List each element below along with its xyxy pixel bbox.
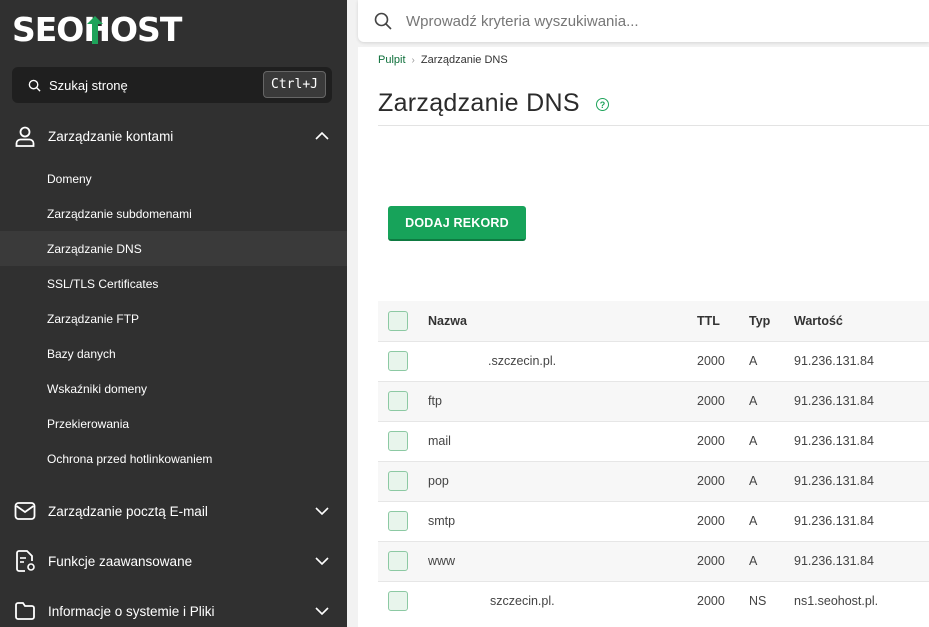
section-email-management[interactable]: Zarządzanie pocztą E-mail xyxy=(0,491,347,531)
row-checkbox[interactable] xyxy=(388,511,408,531)
section-label: Funkcje zaawansowane xyxy=(48,553,193,569)
chevron-down-icon xyxy=(315,557,329,565)
record-type: A xyxy=(749,514,758,528)
column-header-name[interactable]: Nazwa xyxy=(428,301,697,341)
record-type: A xyxy=(749,394,758,408)
sidebar-item-subdomains[interactable]: Zarządzanie subdomenami xyxy=(0,196,347,231)
sidebar-search-button[interactable]: Szukaj stronę Ctrl+J xyxy=(12,67,332,103)
record-value: 91.236.131.84 xyxy=(794,354,874,368)
record-ttl: 2000 xyxy=(697,354,725,368)
table-header-row: Nazwa TTL Typ Wartość xyxy=(378,301,929,341)
record-value: ns1.seohost.pl. xyxy=(794,594,879,609)
breadcrumb: Pulpit › Zarządzanie DNS xyxy=(378,54,508,66)
record-value: 91.236.131.84 xyxy=(794,514,874,528)
sidebar-item-databases[interactable]: Bazy danych xyxy=(0,336,347,371)
shortcut-badge: Ctrl+J xyxy=(263,71,326,98)
section-system-info-files[interactable]: Informacje o systemie i Pliki xyxy=(0,591,347,627)
column-header-value[interactable]: Wartość xyxy=(794,301,929,341)
record-type: A xyxy=(749,474,758,488)
divider xyxy=(378,125,929,126)
row-checkbox[interactable] xyxy=(388,431,408,451)
row-checkbox[interactable] xyxy=(388,591,408,612)
main-content: Pulpit › Zarządzanie DNS Zarządzanie DNS… xyxy=(358,47,929,627)
table-row: mail 2000 A 91.236.131.84 xyxy=(378,421,929,461)
section-label: Zarządzanie pocztą E-mail xyxy=(48,503,208,519)
user-icon xyxy=(15,126,35,147)
sidebar-item-domain-pointers[interactable]: Wskaźniki domeny xyxy=(0,371,347,406)
dns-records-table: Nazwa TTL Typ Wartość .szczecin.pl. 2000… xyxy=(378,301,929,621)
seohost-logo[interactable]: SEOHOST xyxy=(12,8,182,50)
section-label: Informacje o systemie i Pliki xyxy=(48,603,215,619)
section-account-management[interactable]: Zarządzanie kontami xyxy=(0,116,347,156)
record-value: 91.236.131.84 xyxy=(794,434,874,448)
record-value: 91.236.131.84 xyxy=(794,394,874,408)
table-row: ftp 2000 A 91.236.131.84 xyxy=(378,381,929,421)
mail-icon xyxy=(14,502,36,520)
record-ttl: 2000 xyxy=(697,394,725,408)
page-title: Zarządzanie DNS xyxy=(378,89,580,117)
sidebar-item-domains[interactable]: Domeny xyxy=(0,161,347,196)
select-all-checkbox[interactable] xyxy=(388,310,408,331)
record-name: smtp xyxy=(428,514,456,528)
folder-icon xyxy=(15,602,35,620)
help-icon[interactable]: ? xyxy=(596,98,609,111)
sidebar-item-redirects[interactable]: Przekierowania xyxy=(0,406,347,441)
record-ttl: 2000 xyxy=(697,554,725,568)
record-ttl: 2000 xyxy=(697,514,725,528)
section-advanced-features[interactable]: Funkcje zaawansowane xyxy=(0,541,347,581)
record-name: mail xyxy=(428,434,451,448)
table-row: smtp 2000 A 91.236.131.84 xyxy=(378,501,929,541)
row-checkbox[interactable] xyxy=(388,391,408,411)
table-row: pop 2000 A 91.236.131.84 xyxy=(378,461,929,501)
column-header-type[interactable]: Typ xyxy=(749,301,794,341)
record-type: NS xyxy=(749,594,767,609)
global-search-bar xyxy=(358,0,929,42)
row-checkbox[interactable] xyxy=(388,551,408,571)
row-checkbox[interactable] xyxy=(388,351,408,371)
chevron-down-icon xyxy=(315,507,329,515)
record-name: ftp xyxy=(428,394,442,408)
sidebar-item-ftp[interactable]: Zarządzanie FTP xyxy=(0,301,347,336)
record-value: 91.236.131.84 xyxy=(794,554,874,568)
chevron-up-icon xyxy=(315,132,329,140)
table-row: www 2000 A 91.236.131.84 xyxy=(378,541,929,581)
record-type: A xyxy=(749,554,758,568)
chevron-down-icon xyxy=(315,607,329,615)
table-row: szczecin.pl. 2000 NS ns1.seohost.pl. xyxy=(378,581,929,621)
record-name: szczecin.pl. xyxy=(490,594,555,609)
settings-doc-icon xyxy=(16,550,35,572)
sidebar-item-ssl[interactable]: SSL/TLS Certificates xyxy=(0,266,347,301)
search-icon xyxy=(28,79,41,92)
record-ttl: 2000 xyxy=(697,434,725,448)
record-value: 91.236.131.84 xyxy=(794,474,874,488)
record-name: .szczecin.pl. xyxy=(488,354,557,368)
add-record-button[interactable]: DODAJ REKORD xyxy=(388,206,526,241)
record-name: www xyxy=(428,554,456,568)
global-search-input[interactable] xyxy=(406,12,856,30)
record-type: A xyxy=(749,354,758,368)
column-header-ttl[interactable]: TTL xyxy=(697,301,749,341)
record-ttl: 2000 xyxy=(697,594,725,609)
breadcrumb-current: Zarządzanie DNS xyxy=(420,54,508,66)
sidebar-item-dns[interactable]: Zarządzanie DNS xyxy=(0,231,347,266)
sidebar-search-label: Szukaj stronę xyxy=(49,77,128,93)
search-icon xyxy=(374,12,392,30)
sidebar-item-hotlink-protection[interactable]: Ochrona przed hotlinkowaniem xyxy=(0,441,347,476)
row-checkbox[interactable] xyxy=(388,471,408,491)
sidebar: SEOHOST Szukaj stronę Ctrl+J Zarządzanie… xyxy=(0,0,347,627)
breadcrumb-home-link[interactable]: Pulpit xyxy=(378,54,406,66)
record-name: pop xyxy=(428,474,449,488)
breadcrumb-separator-icon: › xyxy=(411,54,415,66)
table-row: .szczecin.pl. 2000 A 91.236.131.84 xyxy=(378,341,929,381)
section-label: Zarządzanie kontami xyxy=(48,128,174,144)
record-ttl: 2000 xyxy=(697,474,725,488)
record-type: A xyxy=(749,434,758,448)
